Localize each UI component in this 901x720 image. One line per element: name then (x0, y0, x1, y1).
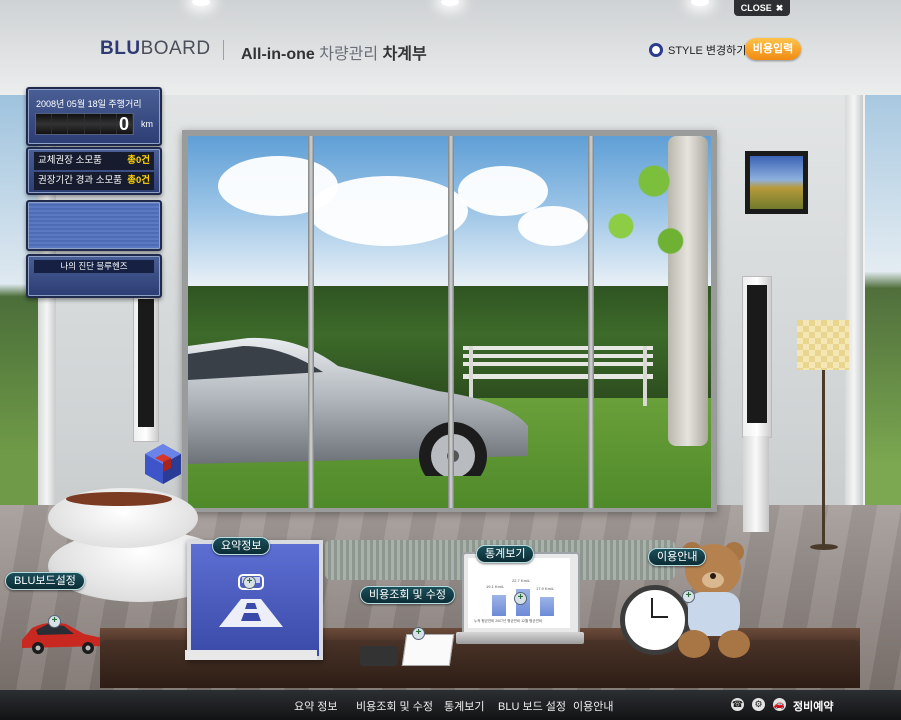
chart-bar-label: 17.9 Km/L (536, 586, 555, 591)
gear-icon[interactable]: ⚙ (752, 698, 765, 711)
parts-row-count: 총0건 (127, 175, 150, 186)
nav-cost-query[interactable]: 비용조회 및 수정 (356, 698, 433, 714)
summary-board[interactable] (187, 540, 323, 660)
diagnosis-panel[interactable]: 나의 진단 블루헨즈 (26, 254, 162, 298)
window-frame (448, 136, 454, 508)
nav-stats[interactable]: 통계보기 (444, 698, 484, 714)
blank-panel (26, 200, 162, 251)
outdoor-scene (188, 136, 711, 508)
logo: BLUBOARD (100, 38, 211, 60)
floor-lamp-shade (797, 320, 849, 370)
cost-input-button[interactable]: 비용입력 (745, 38, 801, 60)
cost-query-hotspot[interactable]: 비용조회 및 수정 (360, 586, 455, 604)
odometer-value: 0 (118, 114, 129, 134)
parts-panel: 교체권장 소모품 총0건 권장기간 경과 소모품 총0건 (26, 147, 162, 195)
close-button[interactable]: CLOSE ✖ (734, 0, 790, 16)
logo-blu: BLU (100, 38, 141, 59)
window-frame (308, 136, 314, 508)
tree-leaves (588, 136, 698, 286)
maintenance-reserve-link[interactable]: 정비예약 (793, 698, 833, 714)
summary-hotspot[interactable]: 요약정보 (212, 537, 271, 555)
style-dot-icon (649, 43, 663, 57)
nav-blu-settings[interactable]: BLU 보드 설정 (498, 698, 566, 714)
odometer-unit: km (141, 119, 153, 129)
cloud (518, 206, 588, 246)
logo-board: BOARD (140, 38, 211, 59)
cloud (308, 176, 468, 246)
window-frame (588, 136, 594, 508)
right-window (862, 95, 901, 515)
plus-icon[interactable]: + (243, 576, 256, 589)
parts-row-count: 총0건 (127, 155, 150, 166)
clock-hand (652, 616, 668, 618)
silver-sedan (188, 337, 528, 476)
chart-bar-label: 22.7 Km/L (512, 578, 531, 583)
floor-lamp-foot (810, 544, 838, 550)
main-window (182, 130, 717, 512)
chart-bar (492, 595, 506, 616)
speaker-left (133, 290, 159, 442)
blu-cube-icon[interactable] (141, 442, 185, 486)
tagline-vehicle: 차량관리 (319, 46, 379, 63)
chart-bar-label: 19.1 Km/L (486, 584, 505, 589)
header-divider (223, 40, 224, 60)
red-car[interactable] (18, 616, 106, 656)
speaker-stand (743, 436, 769, 532)
tagline-logbook: 차계부 (382, 46, 427, 63)
guide-hotspot[interactable]: 이용안내 (648, 548, 707, 566)
odometer-display: 0 (35, 113, 134, 135)
chart-bar (540, 597, 554, 616)
chart-caption: 누적 평균연비 2007년 평균연비 12월 평균연비 (474, 619, 543, 623)
style-change-button[interactable]: STYLE 변경하기 (649, 42, 746, 58)
tagline-allinone: All-in-one (241, 46, 315, 63)
bottom-nav: 요약 정보 비용조회 및 수정 통계보기 BLU 보드 설정 이용안내 ☎ ⚙ … (0, 690, 901, 720)
plus-icon[interactable]: + (682, 590, 695, 603)
parts-row-overdue[interactable]: 권장기간 경과 소모품 총0건 (34, 172, 154, 190)
plus-icon[interactable]: + (514, 592, 527, 605)
floor-lamp-pole (822, 370, 825, 545)
car-icon[interactable]: 🚗 (773, 698, 786, 711)
parts-row-label: 권장기간 경과 소모품 (38, 175, 122, 186)
plus-icon[interactable]: + (48, 615, 61, 628)
nav-summary[interactable]: 요약 정보 (294, 698, 338, 714)
chair-cushion (66, 492, 172, 506)
close-icon: ✖ (775, 2, 784, 13)
phone-icon[interactable]: ☎ (731, 698, 744, 711)
wall-painting (745, 151, 808, 214)
calculator (360, 646, 398, 666)
blu-settings-hotspot[interactable]: BLU보드설정 (5, 572, 85, 590)
parts-row-replace[interactable]: 교체권장 소모품 총0건 (34, 152, 154, 170)
style-change-label: STYLE 변경하기 (668, 45, 747, 57)
speaker-right (742, 276, 772, 438)
close-label: CLOSE (740, 3, 772, 13)
parts-row-label: 교체권장 소모품 (38, 155, 102, 166)
tagline: All-in-one 차량관리 차계부 (241, 40, 427, 64)
plus-icon[interactable]: + (412, 627, 425, 640)
diagnosis-label: 나의 진단 블루헨즈 (34, 260, 154, 273)
right-pillar (845, 95, 863, 515)
nav-guide[interactable]: 이용안내 (573, 698, 613, 714)
summary-board-stand (185, 650, 317, 660)
odometer-date-label: 2008년 05월 18일 주행거리 (36, 99, 142, 109)
clock-hand (651, 598, 653, 618)
odometer-panel[interactable]: 2008년 05월 18일 주행거리 0 km (26, 87, 162, 146)
laptop-base (456, 632, 584, 644)
stats-hotspot[interactable]: 통계보기 (476, 545, 535, 563)
notebook[interactable] (401, 634, 455, 666)
